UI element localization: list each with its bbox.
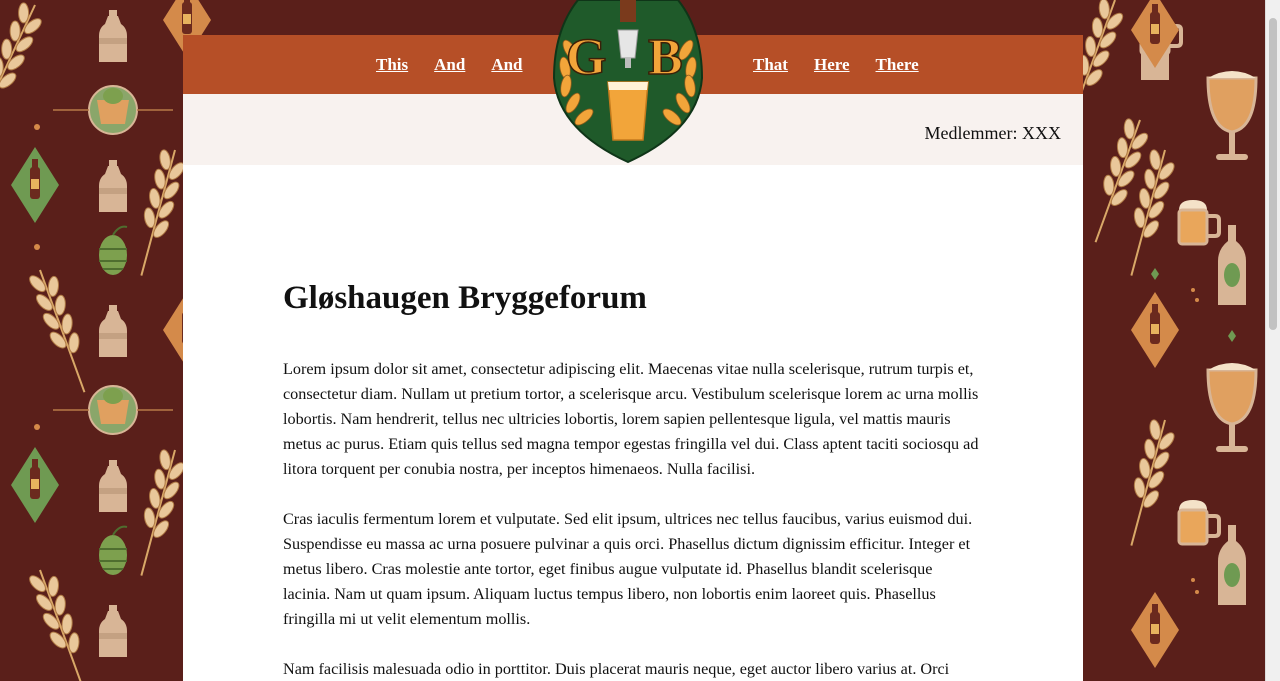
nav-link-this[interactable]: This bbox=[376, 55, 408, 75]
main-content: Gløshaugen Bryggeforum Lorem ipsum dolor… bbox=[283, 280, 983, 681]
paragraph-1: Lorem ipsum dolor sit amet, consectetur … bbox=[283, 360, 979, 478]
nav-right-group: That Here There bbox=[740, 35, 932, 94]
paragraph-2: Cras iaculis fermentum lorem et vulputat… bbox=[283, 510, 973, 628]
nav-link-there[interactable]: There bbox=[876, 55, 919, 75]
nav-link-that[interactable]: That bbox=[753, 55, 788, 75]
logo[interactable]: G B bbox=[548, 0, 708, 165]
paragraph-3: Nam facilisis malesuada odio in porttito… bbox=[283, 660, 950, 678]
nav-link-here[interactable]: Here bbox=[814, 55, 850, 75]
nav-link-and-2[interactable]: And bbox=[491, 55, 522, 75]
scrollbar-thumb[interactable] bbox=[1269, 18, 1277, 330]
page-scrollbar[interactable] bbox=[1265, 0, 1280, 681]
nav-link-and-1[interactable]: And bbox=[434, 55, 465, 75]
page-title: Gløshaugen Bryggeforum bbox=[283, 280, 647, 316]
nav-left-group: This And And bbox=[363, 35, 536, 94]
logo-letter-g: G bbox=[565, 28, 607, 87]
members-count: Medlemmer: XXX bbox=[924, 123, 1061, 143]
logo-letter-b: B bbox=[647, 28, 683, 87]
